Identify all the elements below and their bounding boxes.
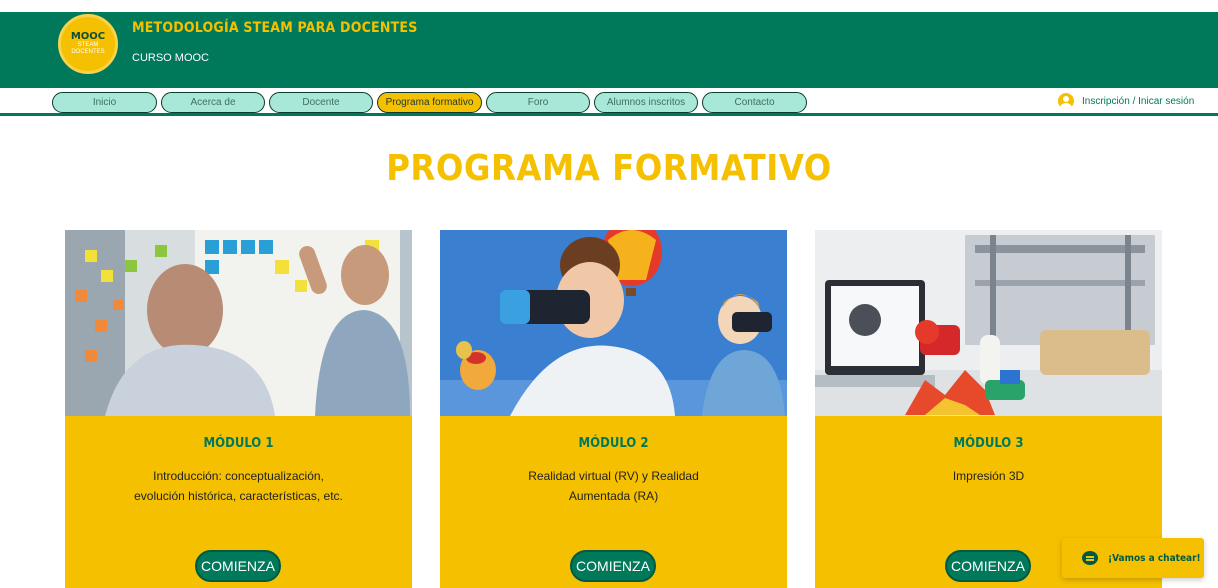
module-3-description: Impresión 3D [952,469,1025,483]
nav-item-contacto[interactable]: Contacto [702,92,807,113]
logo-text-steam: STEAM [77,42,99,48]
module-card-3: MÓDULO 3 Impresión 3D COMIENZA [815,230,1162,588]
module-2-description: Realidad virtual (RV) y Realidad Aumenta… [528,469,699,503]
nav-menu: Inicio Acerca de Docente Programa format… [52,92,807,113]
nav-item-inicio[interactable]: Inicio [52,92,157,113]
module-3-image [815,230,1162,416]
module-card-1: MÓDULO 1 Introducción: conceptualización… [65,230,412,588]
module-3-start-button[interactable]: COMIENZA [945,550,1031,582]
site-title[interactable]: METODOLOGÍA STEAM PARA DOCENTES [132,20,417,36]
module-3-title: MÓDULO 3 [953,436,1024,451]
site-logo[interactable]: MOOC STEAM DOCENTES [58,14,118,74]
page-title: PROGRAMA FORMATIVO [386,148,832,189]
module-1-title: MÓDULO 1 [203,436,274,451]
chat-widget-button[interactable]: ¡Vamos a chatear! [1062,538,1204,578]
nav-item-docente[interactable]: Docente [269,92,373,113]
chat-bubble-icon [1082,551,1098,565]
user-icon [1058,93,1074,109]
nav-item-programa-formativo[interactable]: Programa formativo [377,92,482,113]
site-subtitle: CURSO MOOC [132,52,209,64]
top-strip [0,0,1218,12]
module-card-2: MÓDULO 2 Realidad virtual (RV) y Realida… [440,230,787,588]
nav-item-acerca-de[interactable]: Acerca de [161,92,265,113]
login-link[interactable]: Inscripción / Inicar sesión [1058,93,1194,109]
module-1-description: Introducción: conceptualización, evoluci… [134,469,343,503]
module-2-title: MÓDULO 2 [578,436,649,451]
module-1-start-button[interactable]: COMIENZA [195,550,281,582]
login-label: Inscripción / Inicar sesión [1082,95,1195,107]
logo-text-mooc: MOOC [70,31,106,42]
chat-label: ¡Vamos a chatear! [1108,552,1201,564]
main-navigation: Inicio Acerca de Docente Programa format… [0,88,1218,116]
module-2-image [440,230,787,416]
nav-item-foro[interactable]: Foro [486,92,590,113]
module-2-start-button[interactable]: COMIENZA [570,550,656,582]
site-header: MOOC STEAM DOCENTES METODOLOGÍA STEAM PA… [0,12,1218,88]
nav-item-alumnos-inscritos[interactable]: Alumnos inscritos [594,92,698,113]
module-1-image [65,230,412,416]
logo-text-docentes: DOCENTES [71,49,105,55]
